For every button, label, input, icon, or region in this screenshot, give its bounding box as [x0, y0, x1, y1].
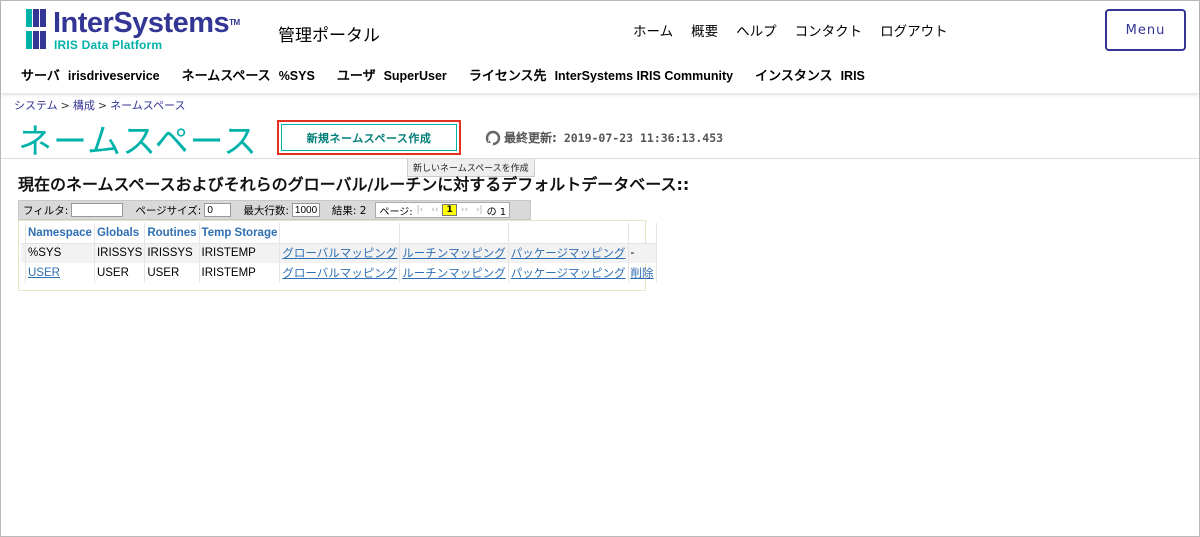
namespace-value[interactable]: %SYS — [279, 69, 315, 83]
user-value: SuperUser — [383, 69, 447, 83]
namespace-table-container: Namespace Globals Routines Temp Storage … — [18, 220, 657, 291]
page-total: の 1 — [486, 206, 507, 218]
cell-namespace: %SYS — [25, 243, 95, 263]
column-header-namespace[interactable]: Namespace — [25, 223, 95, 244]
user-label: ユーザ — [336, 69, 376, 84]
nav-help[interactable]: ヘルプ — [736, 20, 777, 40]
breadcrumb: システム > 構成 > ネームスペース — [14, 97, 185, 113]
nav-overview[interactable]: 概要 — [691, 20, 718, 40]
column-header — [279, 223, 401, 244]
cell-temp-storage: IRISTEMP — [199, 263, 281, 283]
next-page-button[interactable]: ›› — [461, 205, 468, 215]
header: InterSystemsTM IRIS Data Platform 管理ポータル… — [1, 1, 1199, 93]
namespace-link[interactable]: USER — [28, 267, 60, 279]
pager: ページ: |‹ ‹‹ 1 ›› ›| の 1 — [375, 202, 511, 218]
global-mapping-link[interactable]: グローバルマッピング — [282, 248, 397, 260]
breadcrumb-namespaces[interactable]: ネームスペース — [110, 99, 185, 112]
filter-input[interactable] — [71, 203, 124, 217]
page-label: ページ: — [379, 206, 413, 218]
page-size-input[interactable] — [204, 203, 232, 217]
max-rows-input[interactable] — [291, 203, 320, 217]
cell-package-mapping: パッケージマッピング — [508, 263, 629, 283]
logo-brand-text: InterSystemsTM — [53, 7, 240, 39]
page-size-label: ページサイズ: — [135, 204, 202, 217]
license-value: InterSystems IRIS Community — [554, 69, 734, 83]
cell-delete: 削除 — [628, 263, 657, 283]
column-header-temp-storage[interactable]: Temp Storage — [199, 223, 281, 244]
last-page-button[interactable]: ›| — [476, 205, 483, 215]
package-mapping-link[interactable]: パッケージマッピング — [511, 248, 626, 260]
logo-mark-icon — [26, 9, 46, 49]
cell-routines: IRISSYS — [144, 243, 200, 263]
namespace-label: ネームスペース — [181, 69, 271, 84]
cell-global-mapping: グローバルマッピング — [279, 263, 401, 283]
page-title: ネームスペース — [18, 122, 258, 162]
routine-mapping-link[interactable]: ルーチンマッピング — [402, 268, 506, 280]
server-label: サーバ — [21, 69, 60, 84]
max-rows-label: 最大行数: — [243, 204, 289, 217]
column-header — [399, 223, 509, 244]
package-mapping-link[interactable]: パッケージマッピング — [511, 268, 626, 280]
cell-routine-mapping: ルーチンマッピング — [399, 243, 509, 263]
cell-global-mapping: グローバルマッピング — [279, 243, 401, 263]
cell-delete: - — [628, 243, 657, 263]
table-row: USER USER USER IRISTEMP グローバルマッピング ルーチンマ… — [21, 263, 657, 283]
prev-page-button[interactable]: ‹‹ — [431, 205, 438, 215]
global-mapping-link[interactable]: グローバルマッピング — [282, 268, 397, 280]
nav-contact[interactable]: コンタクト — [795, 20, 863, 40]
cell-globals: USER — [94, 263, 146, 283]
column-header-globals[interactable]: Globals — [94, 223, 146, 244]
logo-product-text: IRIS Data Platform — [54, 38, 163, 52]
server-value: irisdriveservice — [67, 69, 160, 83]
column-header — [628, 223, 657, 244]
portal-title: 管理ポータル — [278, 26, 380, 46]
nav-home[interactable]: ホーム — [633, 20, 673, 40]
first-page-button[interactable]: |‹ — [417, 205, 424, 215]
cell-globals: IRISSYS — [94, 243, 146, 263]
routine-mapping-link[interactable]: ルーチンマッピング — [402, 248, 506, 260]
cell-temp-storage: IRISTEMP — [199, 243, 281, 263]
namespace-table: Namespace Globals Routines Temp Storage … — [21, 223, 657, 283]
filter-label: フィルタ: — [23, 204, 69, 217]
instance-label: インスタンス — [755, 69, 833, 84]
breadcrumb-system[interactable]: システム — [14, 99, 58, 112]
intersystems-logo[interactable]: InterSystemsTM IRIS Data Platform — [26, 7, 240, 53]
cell-routine-mapping: ルーチンマッピング — [399, 263, 509, 283]
table-navigator: フィルタ: ページサイズ: 最大行数: 結果: 2 ページ: |‹ ‹‹ 1 ›… — [18, 200, 531, 220]
column-header — [508, 223, 629, 244]
breadcrumb-configuration[interactable]: 構成 — [73, 99, 95, 112]
divider — [1, 158, 1199, 159]
instance-value: IRIS — [840, 69, 865, 83]
section-heading: 現在のネームスペースおよびそれらのグローバル/ルーチンに対するデフォルトデータベ… — [18, 175, 690, 194]
license-label: ライセンス先 — [468, 69, 547, 84]
cell-package-mapping: パッケージマッピング — [508, 243, 629, 263]
table-header-row: Namespace Globals Routines Temp Storage — [21, 223, 657, 244]
menu-button[interactable]: Menu — [1105, 9, 1186, 51]
last-update: 最終更新: 2019-07-23 11:36:13.453 — [485, 129, 723, 146]
nav-logout[interactable]: ログアウト — [880, 20, 948, 40]
top-navigation: ホーム 概要 ヘルプ コンタクト ログアウト — [633, 20, 948, 40]
cell-namespace: USER — [25, 263, 95, 283]
last-update-label: 最終更新: — [504, 131, 557, 145]
delete-link[interactable]: 削除 — [631, 268, 654, 280]
new-namespace-highlight: 新規ネームスペース作成 — [277, 120, 461, 155]
last-update-timestamp: 2019-07-23 11:36:13.453 — [563, 130, 724, 145]
results-count: 結果: 2 — [331, 204, 367, 217]
refresh-icon[interactable] — [485, 130, 501, 146]
breadcrumb-separator: > — [60, 99, 70, 112]
current-page[interactable]: 1 — [442, 204, 457, 216]
info-bar: サーバ irisdriveservice ネームスペース %SYS ユーザ Su… — [21, 65, 887, 84]
new-namespace-button[interactable]: 新規ネームスペース作成 — [281, 124, 457, 151]
column-header-routines[interactable]: Routines — [144, 223, 200, 244]
breadcrumb-separator: > — [97, 99, 108, 112]
table-row: %SYS IRISSYS IRISSYS IRISTEMP グローバルマッピング… — [21, 243, 657, 263]
cell-routines: USER — [144, 263, 200, 283]
